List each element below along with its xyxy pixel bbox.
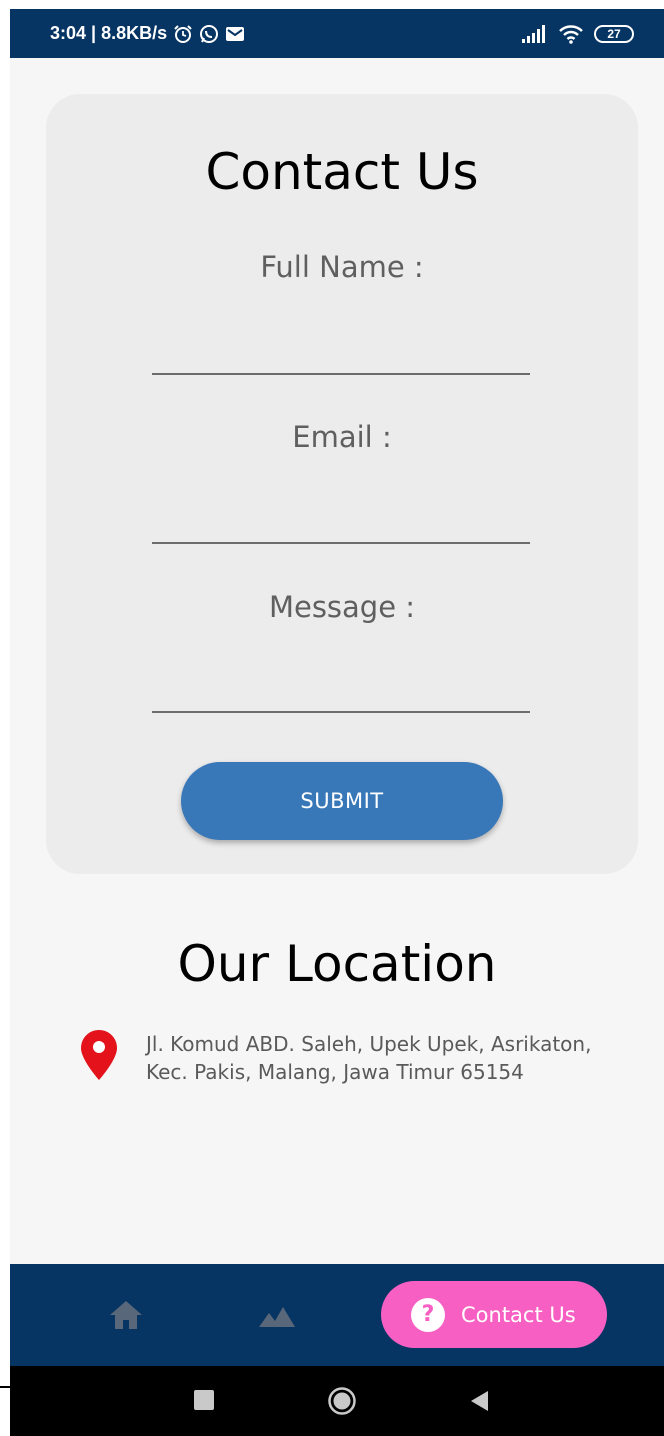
status-bar: 3:04 | 8.8KB/s 27 [10,9,664,58]
wifi-icon [559,24,583,44]
address-line-1: Jl. Komud ABD. Saleh, Upek Upek, Asrikat… [146,1032,592,1056]
signal-icon [522,24,545,43]
email-label: Email : [292,420,392,454]
alarm-icon [174,24,192,43]
status-time-speed: 3:04 | 8.8KB/s [50,23,168,43]
address-text: Jl. Komud ABD. Saleh, Upek Upek, Asrikat… [146,1030,656,1086]
system-home-icon[interactable] [327,1386,357,1416]
whatsapp-icon [200,24,219,43]
help-icon: ? [411,1297,445,1332]
email-input[interactable] [152,498,530,544]
address-line-2: Kec. Pakis, Malang, Jawa Timur 65154 [146,1060,524,1084]
full-name-input[interactable] [152,329,530,375]
battery-icon: 27 [594,24,634,43]
landscape-icon[interactable] [257,1297,297,1333]
nav-contact-us-label: Contact Us [461,1302,576,1327]
battery-level: 27 [607,26,621,41]
contact-card: Contact Us Full Name : Email : Message :… [46,94,638,874]
gmail-icon [226,26,245,41]
map-pin-icon [81,1030,117,1080]
edge-divider [0,1386,10,1388]
status-right: 27 [522,9,634,58]
nav-contact-us[interactable]: ? Contact Us [381,1281,607,1348]
message-input[interactable] [152,667,530,713]
app-screen: 3:04 | 8.8KB/s 27 Contact Us Full Name:… [10,9,664,1436]
submit-button[interactable]: SUBMIT [181,762,503,840]
home-icon[interactable] [108,1297,144,1333]
full-name-label: Full Name : [260,250,424,284]
back-icon[interactable] [468,1389,490,1413]
recent-apps-icon[interactable] [194,1390,214,1410]
contact-title: Contact Us [205,143,479,201]
message-label: Message : [268,590,416,624]
status-left: 3:04 | 8.8KB/s [50,9,245,58]
system-navigation-bar [10,1366,664,1436]
bottom-navigation: ? Contact Us [10,1264,664,1366]
location-title: Our Location [177,935,497,993]
